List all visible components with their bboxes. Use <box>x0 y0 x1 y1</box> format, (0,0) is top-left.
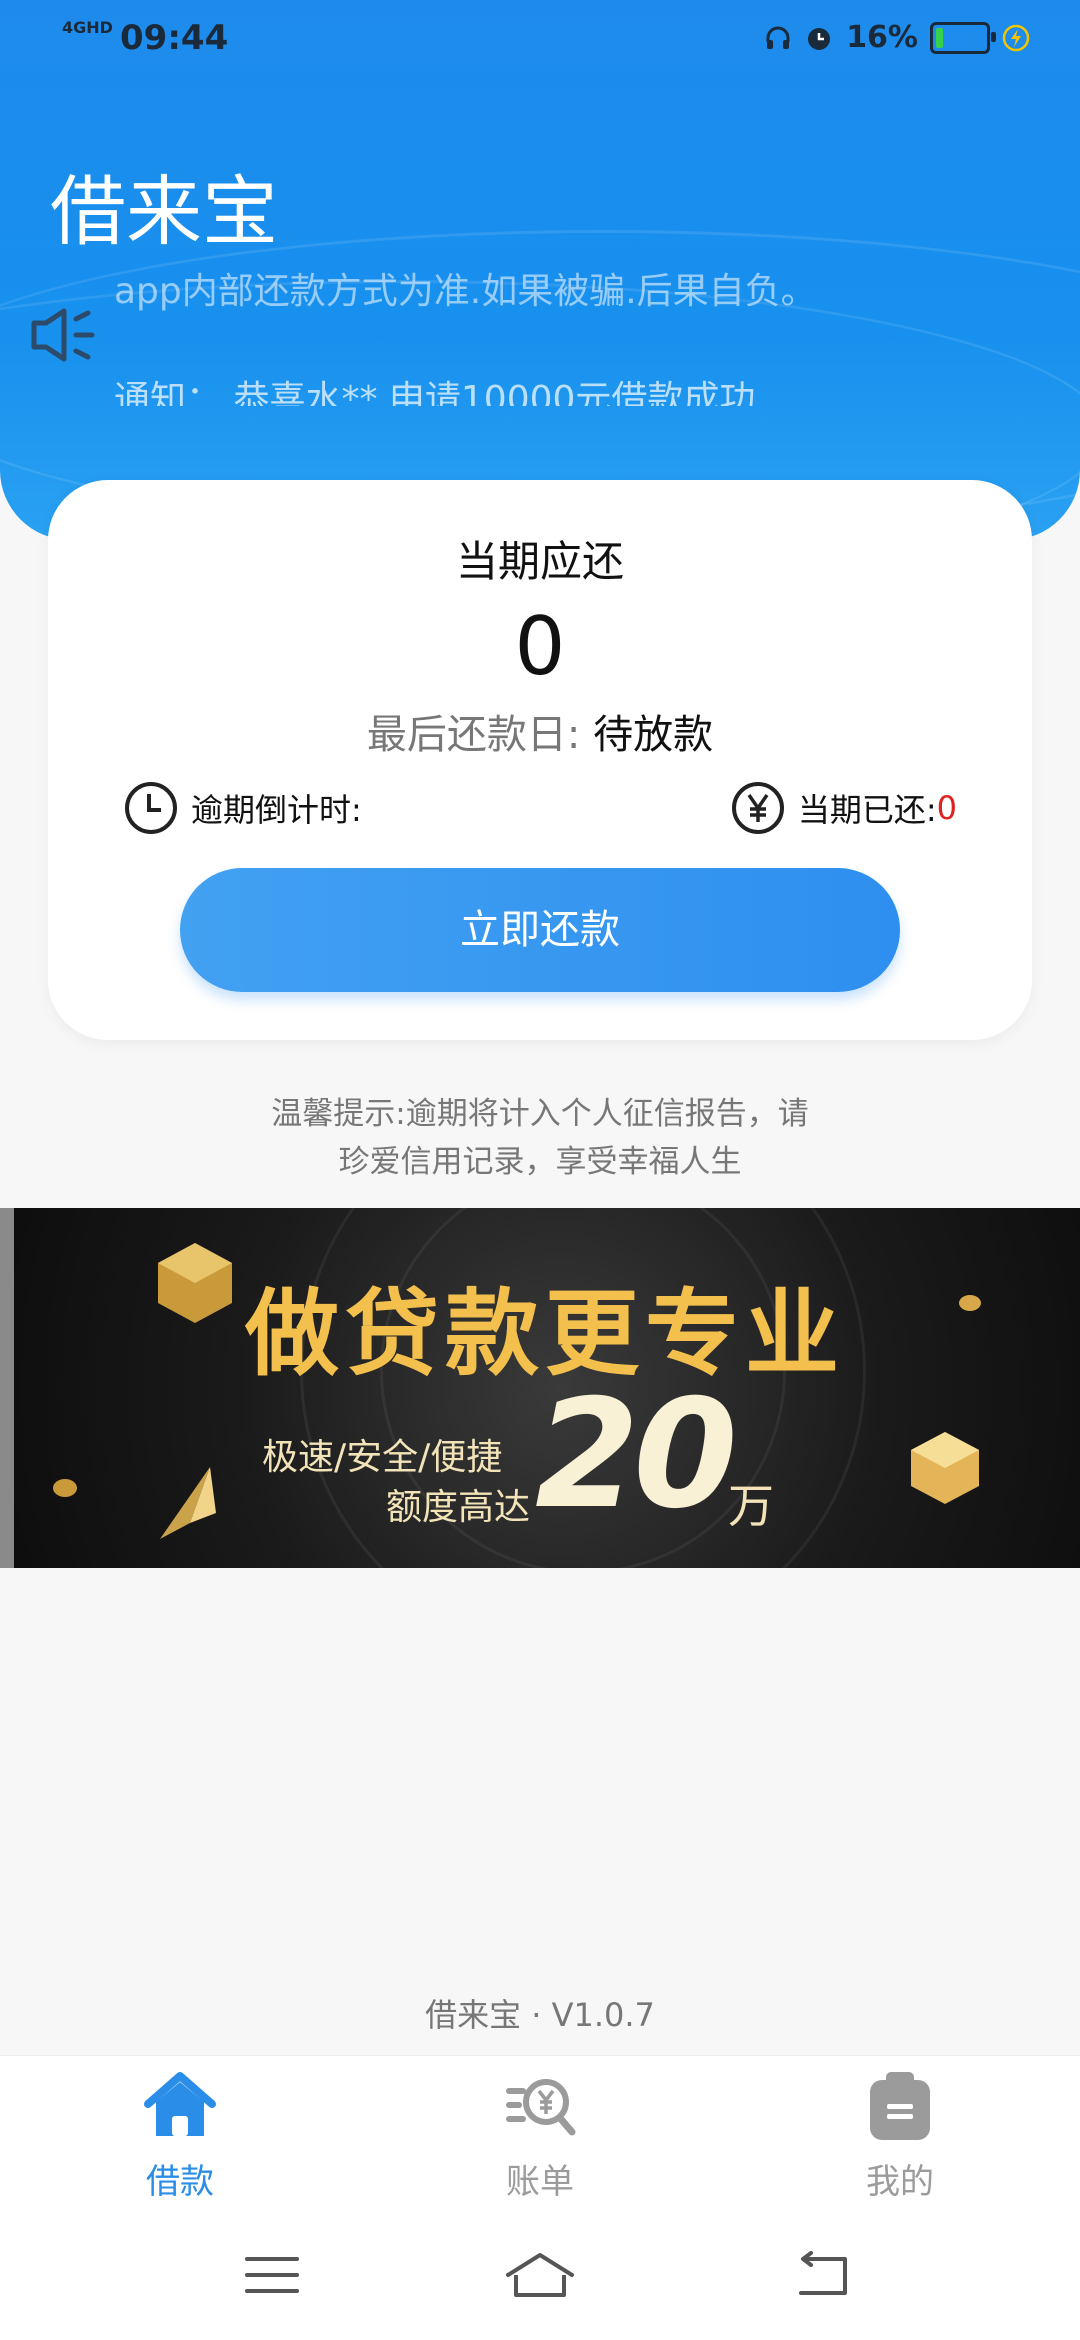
repay-now-button[interactable]: 立即还款 <box>180 868 900 992</box>
paid-label: 当期已还: <box>797 791 937 829</box>
tab-bill[interactable]: 账单 <box>440 2066 640 2203</box>
due-date-value: 待放款 <box>593 712 714 758</box>
due-date: 最后还款日: 待放款 <box>48 702 1032 760</box>
clipboard-icon <box>870 2072 930 2140</box>
header: 4GHD 09:44 16% 借来宝 app内部还款方式为准.如果被骗.后果自负… <box>0 0 1080 540</box>
alarm-icon <box>808 27 831 50</box>
due-date-label: 最后还款日: <box>366 712 581 758</box>
gold-coin-icon <box>53 1479 77 1497</box>
charging-icon <box>1002 24 1030 51</box>
overdue-countdown: 逾期倒计时: <box>123 780 362 836</box>
current-due-amount: 0 <box>514 600 566 693</box>
app-title: 借来宝 <box>50 167 278 256</box>
banner-subtitle: 极速/安全/便捷 <box>262 1437 503 1478</box>
repayment-card: 当期应还 0 最后还款日: 待放款 逾期倒计时: 当期已还: 0 立即还款 <box>48 480 1032 1040</box>
warm-tip: 温馨提示:逾期将计入个人征信报告，请 珍爱信用记录，享受幸福人生 <box>0 1090 1080 1186</box>
tab-loan-label: 借款 <box>146 2162 214 2202</box>
banner-edge <box>0 1208 14 1568</box>
battery-percent: 16% <box>846 20 918 55</box>
speaker-icon <box>31 308 95 362</box>
headphones-icon <box>766 26 790 49</box>
back-icon[interactable] <box>775 2245 875 2305</box>
gold-gem-icon <box>911 1432 979 1504</box>
tab-loan[interactable]: 借款 <box>80 2066 280 2203</box>
gold-coin-icon <box>959 1295 981 1311</box>
notice-ticker: 通知： 恭喜水** 申请10000元借款成功 <box>114 379 756 406</box>
tab-mine[interactable]: 我的 <box>800 2066 1000 2203</box>
warm-tip-line2: 珍爱信用记录，享受幸福人生 <box>338 1144 742 1180</box>
paid-value: 0 <box>936 789 957 827</box>
gold-pyramid-icon <box>160 1467 216 1539</box>
banner-amount-number: 20 <box>535 1368 738 1542</box>
tab-bill-label: 账单 <box>506 2162 574 2202</box>
bottom-tab-bar: 借款 账单 我的 <box>0 2055 1080 2206</box>
overdue-countdown-label: 逾期倒计时: <box>191 791 362 829</box>
menu-icon[interactable] <box>222 2245 322 2305</box>
status-icons: 16% <box>764 20 1030 55</box>
banner-amount-unit: 万 <box>728 1479 774 1533</box>
status-time: 09:44 <box>120 18 229 58</box>
network-indicator: 4GHD <box>62 18 113 37</box>
clock-icon <box>125 782 177 834</box>
current-due-label: 当期应还 <box>455 537 624 586</box>
notice-text: app内部还款方式为准.如果被骗.后果自负。 <box>114 271 817 312</box>
paid-amount: 当期已还: 0 <box>730 780 957 836</box>
warm-tip-line1: 温馨提示:逾期将计入个人征信报告，请 <box>271 1096 809 1132</box>
home-outline-icon[interactable] <box>490 2245 590 2305</box>
promo-banner[interactable]: 做贷款更专业 极速/安全/便捷 额度高达 20 万 <box>0 1208 1080 1568</box>
yen-icon <box>731 782 784 834</box>
bill-search-icon <box>506 2079 576 2136</box>
home-icon <box>144 2072 216 2136</box>
battery-icon <box>930 21 996 54</box>
tab-mine-label: 我的 <box>866 2162 934 2202</box>
system-navigation-bar <box>0 2205 1080 2340</box>
gold-gem-icon <box>158 1243 232 1323</box>
status-bar: 4GHD 09:44 16% <box>0 0 1080 80</box>
banner-amount-label: 额度高达 <box>386 1487 531 1528</box>
battery-level <box>936 27 943 48</box>
app-version: 借来宝 · V1.0.7 <box>425 1996 655 2034</box>
